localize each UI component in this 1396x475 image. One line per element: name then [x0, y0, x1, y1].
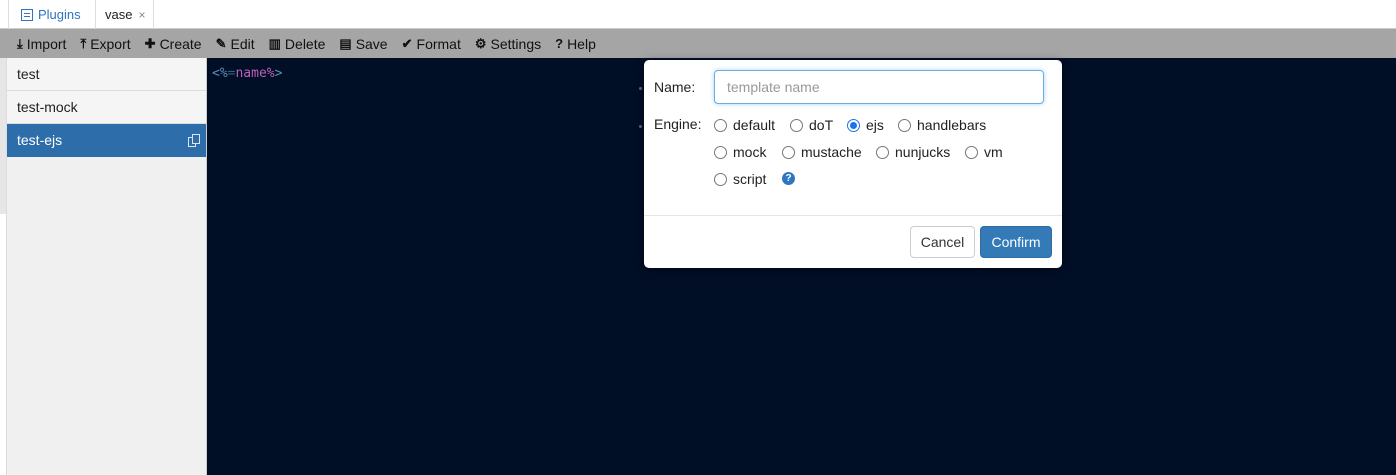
edit-button[interactable]: ✎ Edit: [216, 36, 255, 52]
export-button[interactable]: ⤒ Export: [80, 36, 130, 52]
export-label: Export: [90, 35, 131, 52]
radio-circle: [714, 118, 727, 132]
code-body: name%: [235, 66, 275, 81]
save-button[interactable]: ▤ Save: [339, 36, 387, 52]
import-button[interactable]: ⤓ Import: [17, 36, 66, 52]
radio-circle: [714, 145, 727, 159]
left-gutter: [0, 58, 7, 475]
edit-label: Edit: [230, 35, 255, 52]
settings-button[interactable]: ⚙ Settings: [475, 36, 541, 52]
create-template-dialog: Name: Engine: default doT ejs handlebars…: [644, 60, 1062, 268]
format-button[interactable]: ✔ Format: [402, 36, 461, 52]
engine-radio-default[interactable]: default: [714, 117, 775, 133]
engine-radio-vm[interactable]: vm: [965, 144, 1003, 160]
engine-option-label: script: [733, 171, 767, 187]
delete-label: Delete: [284, 35, 326, 52]
cancel-button[interactable]: Cancel: [910, 226, 975, 258]
radio-circle: [714, 172, 727, 186]
engine-option-label: default: [733, 117, 776, 133]
sidebar-item-test-ejs[interactable]: test-ejs: [7, 124, 206, 157]
list-icon: [21, 8, 33, 21]
name-label: Name:: [654, 79, 696, 95]
engine-radio-mustache[interactable]: mustache: [782, 144, 862, 160]
import-icon: ⤓: [17, 35, 23, 51]
engine-option-label: mock: [733, 144, 767, 160]
radio-circle: [898, 118, 911, 132]
tab-plugins[interactable]: Plugins: [8, 0, 96, 29]
code-line: <%=name%>: [212, 66, 282, 81]
delete-button[interactable]: ▥ Delete: [269, 36, 326, 52]
engine-radio-script[interactable]: script: [714, 171, 766, 187]
create-button[interactable]: ✚ Create: [145, 36, 202, 52]
engine-option-label: handlebars: [917, 117, 987, 133]
radio-circle: [965, 145, 978, 159]
radio-circle: [790, 118, 803, 132]
help-label: Help: [567, 35, 596, 52]
check-circle-icon: ✔: [401, 35, 413, 51]
dialog-footer-divider: [644, 215, 1062, 216]
tab-vase[interactable]: vase ×: [96, 0, 154, 29]
save-label: Save: [355, 35, 388, 52]
code-open: <%: [212, 66, 228, 81]
confirm-button[interactable]: Confirm: [980, 226, 1052, 258]
engine-radio-mock[interactable]: mock: [714, 144, 766, 160]
engine-label: Engine:: [654, 116, 702, 132]
copy-icon[interactable]: [188, 134, 200, 147]
sidebar-item-label: test-ejs: [17, 132, 63, 148]
sidebar-item-test[interactable]: test: [7, 58, 206, 91]
fold-dot: [639, 125, 642, 128]
gutter-shade: [0, 58, 6, 214]
import-label: Import: [26, 35, 67, 52]
question-circle-icon: ?: [555, 36, 564, 51]
trash-icon: ▥: [268, 35, 281, 51]
export-icon: ⤒: [80, 35, 87, 51]
engine-radio-nunjucks[interactable]: nunjucks: [876, 144, 950, 160]
question-circle-icon[interactable]: ?: [782, 172, 795, 185]
engine-radio-dot[interactable]: doT: [790, 117, 833, 133]
radio-circle: [782, 145, 795, 159]
toolbar: ⤓ Import ⤒ Export ✚ Create ✎ Edit ▥ Dele…: [0, 29, 1396, 58]
engine-radio-ejs[interactable]: ejs: [847, 117, 884, 133]
plugin-list: test test-mock test-ejs: [7, 58, 207, 475]
template-name-input[interactable]: [714, 70, 1044, 104]
save-file-icon: ▤: [339, 35, 352, 51]
settings-label: Settings: [490, 35, 542, 52]
engine-option-label: ejs: [866, 117, 884, 133]
engine-option-label: doT: [809, 117, 834, 133]
format-label: Format: [416, 35, 461, 52]
sidebar-item-test-mock[interactable]: test-mock: [7, 91, 206, 124]
close-icon[interactable]: ×: [138, 8, 145, 22]
help-button[interactable]: ? Help: [555, 36, 596, 52]
edit-icon: ✎: [215, 35, 227, 51]
sidebar-item-label: test: [17, 66, 40, 82]
radio-circle: [876, 145, 889, 159]
tab-plugins-label: Plugins: [38, 7, 81, 22]
tab-bar: Plugins vase ×: [0, 0, 1396, 29]
sidebar-item-label: test-mock: [17, 99, 78, 115]
code-close: >: [274, 66, 283, 81]
create-label: Create: [159, 35, 202, 52]
tab-vase-label: vase: [105, 7, 133, 22]
gear-icon: ⚙: [474, 35, 487, 51]
fold-dot: [639, 87, 642, 90]
engine-radio-handlebars[interactable]: handlebars: [898, 117, 986, 133]
plus-icon: ✚: [144, 35, 156, 51]
engine-option-label: nunjucks: [895, 144, 951, 160]
radio-circle: [847, 118, 860, 132]
engine-option-label: vm: [984, 144, 1003, 160]
engine-option-label: mustache: [801, 144, 862, 160]
